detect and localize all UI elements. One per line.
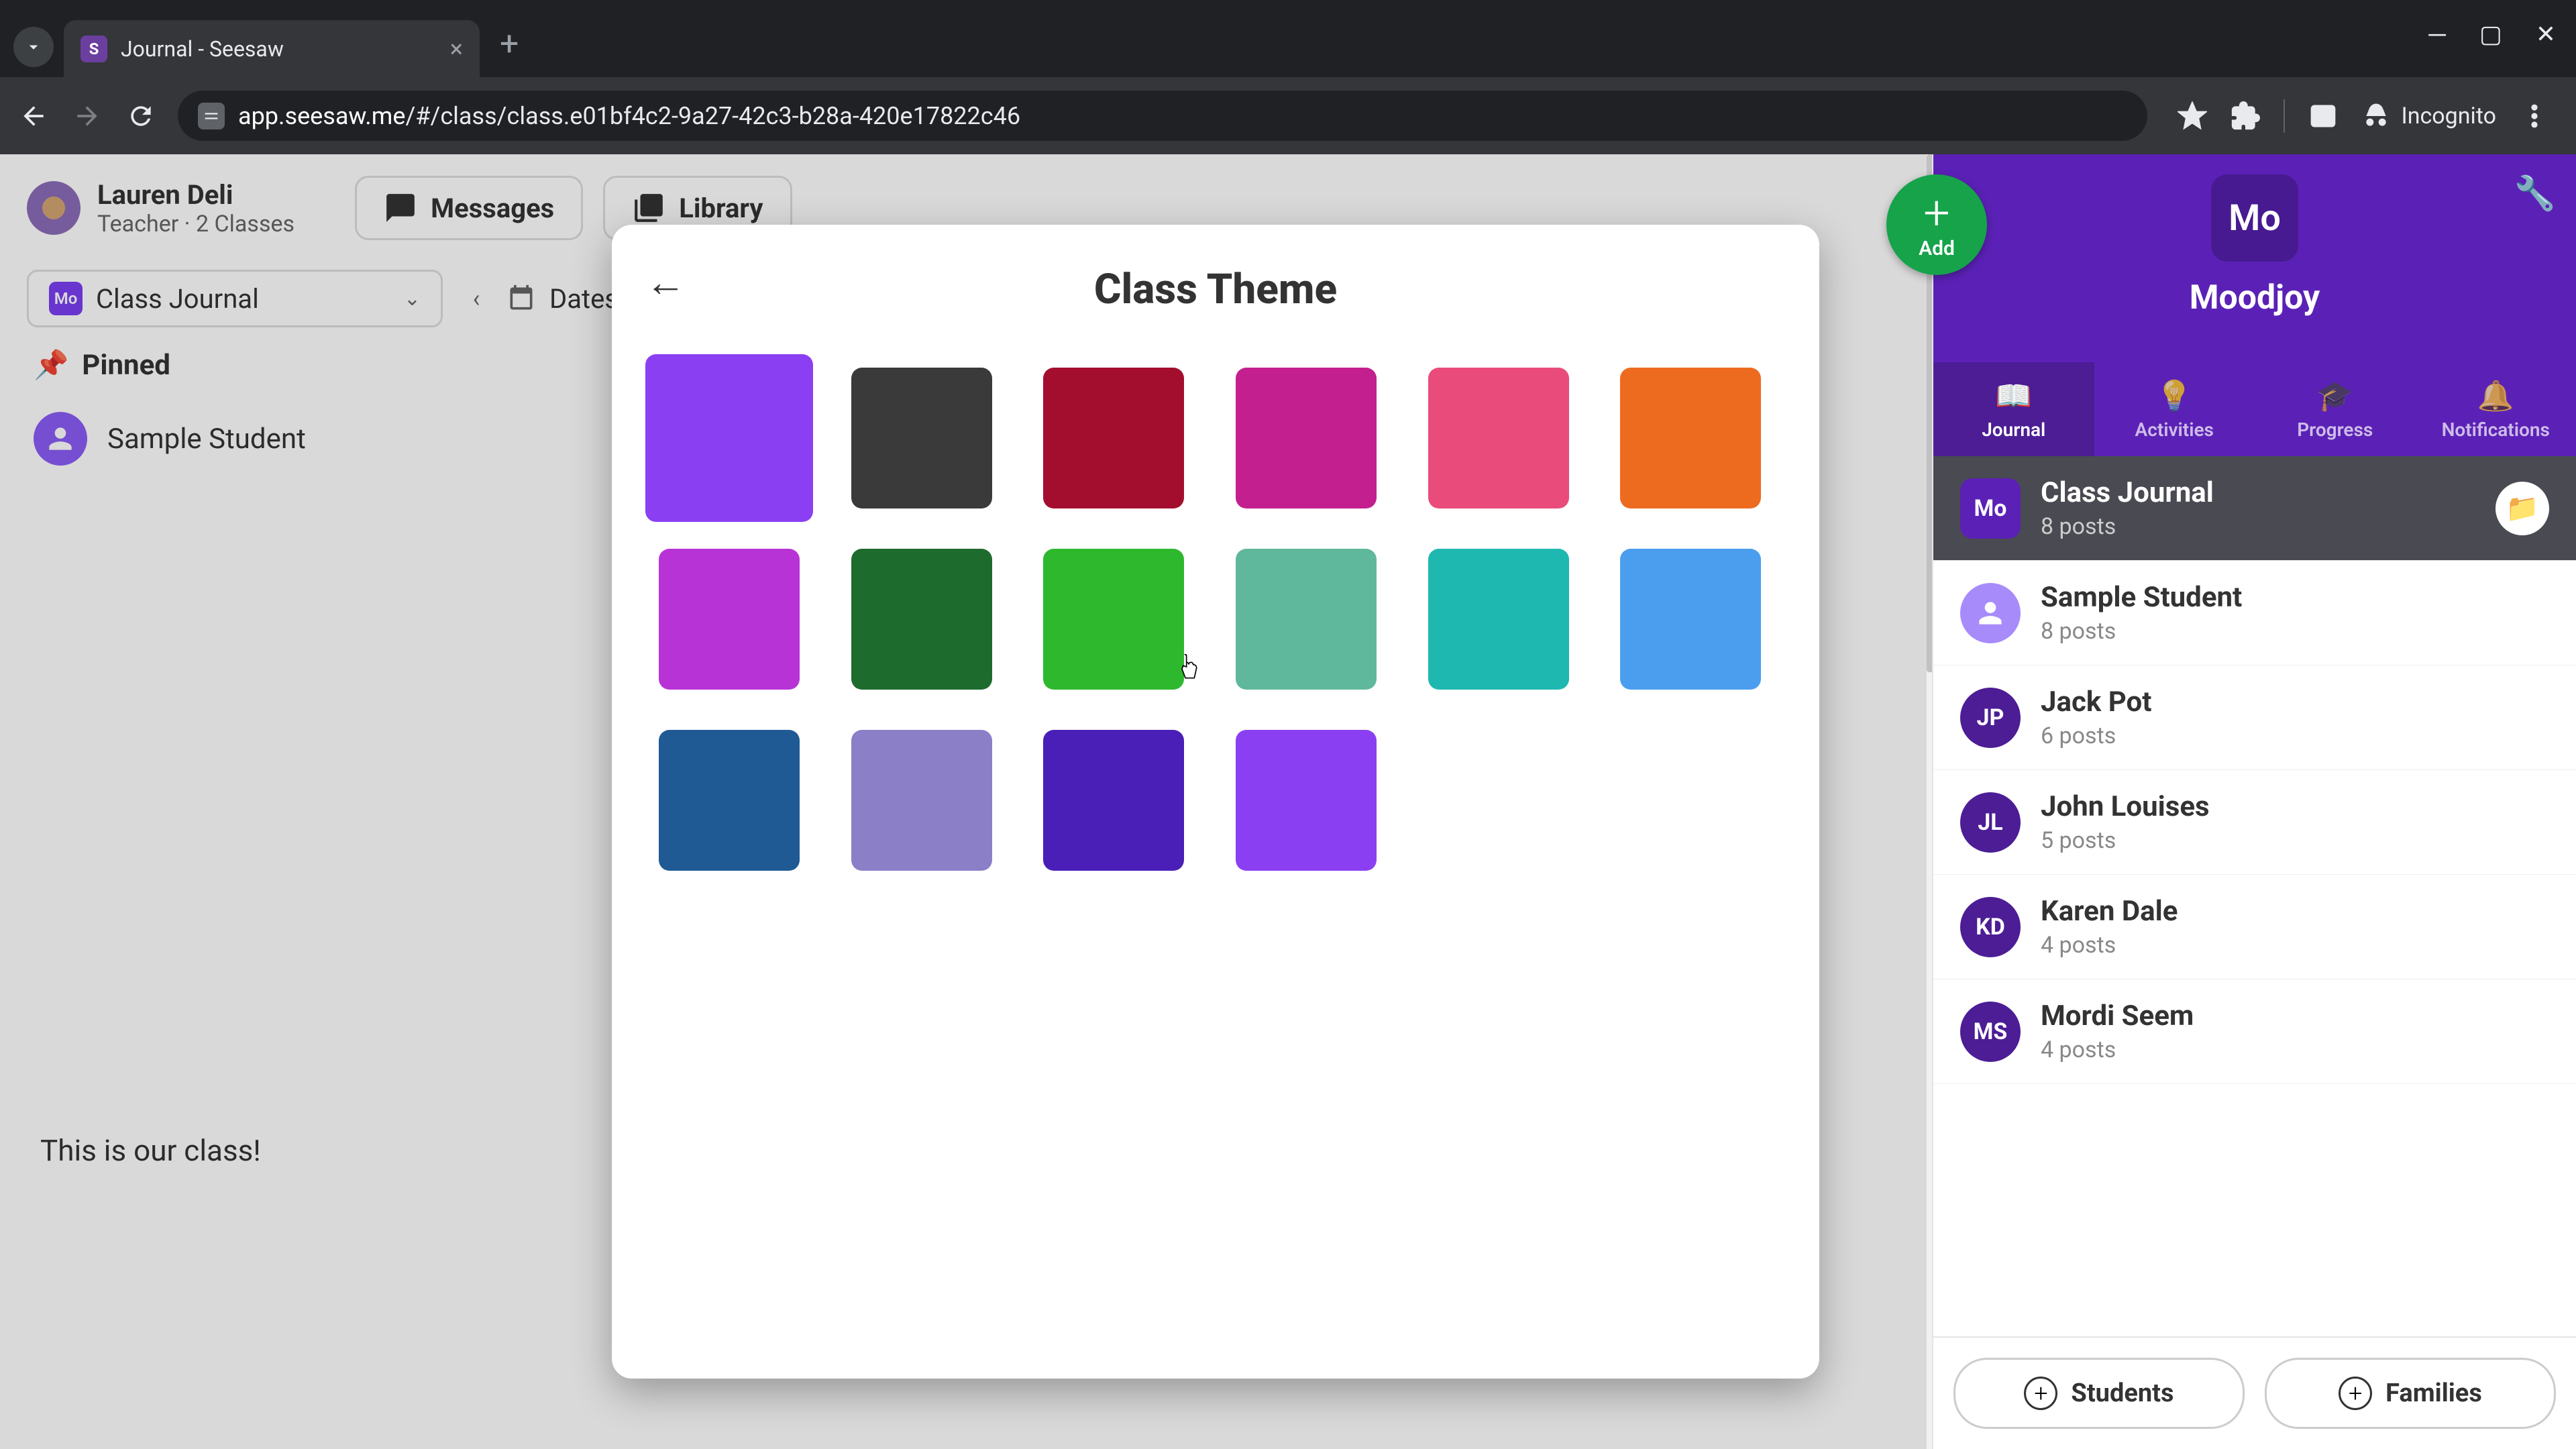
color-swatch-dark-green[interactable] — [851, 549, 992, 690]
list-avatar: JP — [1960, 688, 2021, 748]
sidebar-footer: + Students + Families — [1933, 1336, 2576, 1449]
list-item[interactable]: JP Jack Pot 6 posts — [1933, 665, 2576, 770]
add-button[interactable]: + Add — [1886, 174, 1987, 275]
address-bar: app.seesaw.me/#/class/class.e01bf4c2-9a2… — [0, 77, 2576, 154]
list-item-posts: 8 posts — [2041, 618, 2549, 645]
list-item[interactable]: JL John Louises 5 posts — [1933, 770, 2576, 875]
plus-circle-icon: + — [2339, 1377, 2372, 1410]
color-swatch-sky-blue[interactable] — [1620, 549, 1761, 690]
list-item-name: Jack Pot — [2041, 686, 2549, 718]
class-logo: Mo — [2211, 174, 2298, 262]
site-info-icon[interactable] — [198, 103, 225, 129]
list-item-name: Karen Dale — [2041, 895, 2549, 928]
journal-icon: 📖 — [1995, 378, 2032, 413]
modal-title: Class Theme — [652, 265, 1779, 314]
folder-icon[interactable]: 📁 — [2496, 482, 2549, 535]
list-avatar — [1960, 583, 2021, 643]
list-item-posts: 4 posts — [2041, 1036, 2549, 1063]
reload-button[interactable] — [124, 99, 158, 133]
tab-notifications[interactable]: 🔔 Notifications — [2416, 362, 2576, 456]
sidebar-header: + Add Mo Moodjoy 🔧 — [1933, 154, 2576, 362]
color-swatch-orange[interactable] — [1620, 368, 1761, 508]
notifications-icon: 🔔 — [2477, 378, 2514, 413]
forward-button[interactable] — [70, 99, 104, 133]
modal-back-button[interactable]: ← — [645, 258, 686, 306]
list-avatar: Mo — [1960, 478, 2021, 539]
list-item-posts: 5 posts — [2041, 827, 2549, 854]
color-swatch-indigo[interactable] — [1043, 730, 1184, 871]
settings-icon[interactable]: 🔧 — [2514, 174, 2556, 213]
student-list[interactable]: Mo Class Journal 8 posts 📁 Sample Student 8 p… — [1933, 456, 2576, 1336]
side-panel-icon[interactable] — [2308, 101, 2338, 131]
class-title: Moodjoy — [1953, 278, 2556, 317]
progress-icon: 🎓 — [2316, 378, 2353, 413]
sidebar-nav: 📖 Journal 💡 Activities 🎓 Progress 🔔 Noti… — [1933, 362, 2576, 456]
tab-close-icon[interactable]: × — [450, 35, 463, 63]
families-button[interactable]: + Families — [2265, 1358, 2556, 1429]
tab-progress[interactable]: 🎓 Progress — [2255, 362, 2416, 456]
color-grid — [652, 354, 1779, 884]
students-button[interactable]: + Students — [1953, 1358, 2245, 1429]
url-bar[interactable]: app.seesaw.me/#/class/class.e01bf4c2-9a2… — [178, 91, 2147, 141]
browser-tab[interactable]: S Journal - Seesaw × — [64, 20, 480, 77]
minimize-button[interactable]: ─ — [2428, 20, 2446, 48]
back-button[interactable] — [17, 99, 50, 133]
plus-icon: + — [1923, 190, 1950, 237]
color-swatch-lavender[interactable] — [851, 730, 992, 871]
color-swatch-green[interactable] — [1043, 549, 1184, 690]
tab-activities[interactable]: 💡 Activities — [2094, 362, 2255, 456]
bookmark-icon[interactable] — [2178, 101, 2207, 131]
tab-title: Journal - Seesaw — [121, 36, 450, 62]
window-controls: ─ ▢ ✕ — [2428, 20, 2556, 48]
new-tab-button[interactable]: + — [500, 25, 519, 64]
list-item-posts: 4 posts — [2041, 932, 2549, 959]
color-swatch-pink[interactable] — [1428, 368, 1569, 508]
color-swatch-sea-green[interactable] — [1236, 549, 1377, 690]
activities-icon: 💡 — [2156, 378, 2193, 413]
list-item-name: John Louises — [2041, 790, 2549, 823]
list-avatar: JL — [1960, 792, 2021, 853]
color-swatch-navy[interactable] — [659, 730, 800, 871]
extensions-icon[interactable] — [2231, 101, 2260, 131]
color-swatch-violet[interactable] — [659, 549, 800, 690]
tab-favicon: S — [80, 36, 107, 62]
color-swatch-bright-purple[interactable] — [1236, 730, 1377, 871]
list-item[interactable]: KD Karen Dale 4 posts — [1933, 875, 2576, 979]
incognito-badge[interactable]: Incognito — [2361, 101, 2496, 131]
color-swatch-crimson[interactable] — [1043, 368, 1184, 508]
list-item[interactable]: MS Mordi Seem 4 posts — [1933, 979, 2576, 1084]
list-item-name: Mordi Seem — [2041, 1000, 2549, 1032]
list-avatar: KD — [1960, 897, 2021, 957]
chrome-menu-icon[interactable] — [2520, 101, 2549, 131]
maximize-button[interactable]: ▢ — [2479, 20, 2502, 48]
list-item[interactable]: Sample Student 8 posts — [1933, 561, 2576, 665]
color-swatch-dark-gray[interactable] — [851, 368, 992, 508]
list-item-posts: 8 posts — [2041, 513, 2475, 540]
url-text: app.seesaw.me/#/class/class.e01bf4c2-9a2… — [238, 102, 1020, 130]
plus-circle-icon: + — [2024, 1377, 2057, 1410]
list-item-name: Sample Student — [2041, 581, 2549, 614]
list-avatar: MS — [1960, 1002, 2021, 1062]
list-item[interactable]: Mo Class Journal 8 posts 📁 — [1933, 456, 2576, 561]
class-theme-modal: ← Class Theme — [612, 225, 1819, 1379]
color-swatch-magenta[interactable] — [1236, 368, 1377, 508]
color-swatch-teal[interactable] — [1428, 549, 1569, 690]
list-item-posts: 6 posts — [2041, 722, 2549, 749]
close-window-button[interactable]: ✕ — [2536, 20, 2556, 48]
browser-tab-bar: S Journal - Seesaw × + ─ ▢ ✕ — [0, 0, 2576, 77]
sidebar: + Add Mo Moodjoy 🔧 📖 Journal 💡 Activitie… — [1932, 154, 2576, 1449]
color-swatch-purple[interactable] — [645, 354, 813, 522]
tab-journal[interactable]: 📖 Journal — [1933, 362, 2094, 456]
list-item-name: Class Journal — [2041, 476, 2475, 509]
tab-search-button[interactable] — [13, 27, 54, 67]
